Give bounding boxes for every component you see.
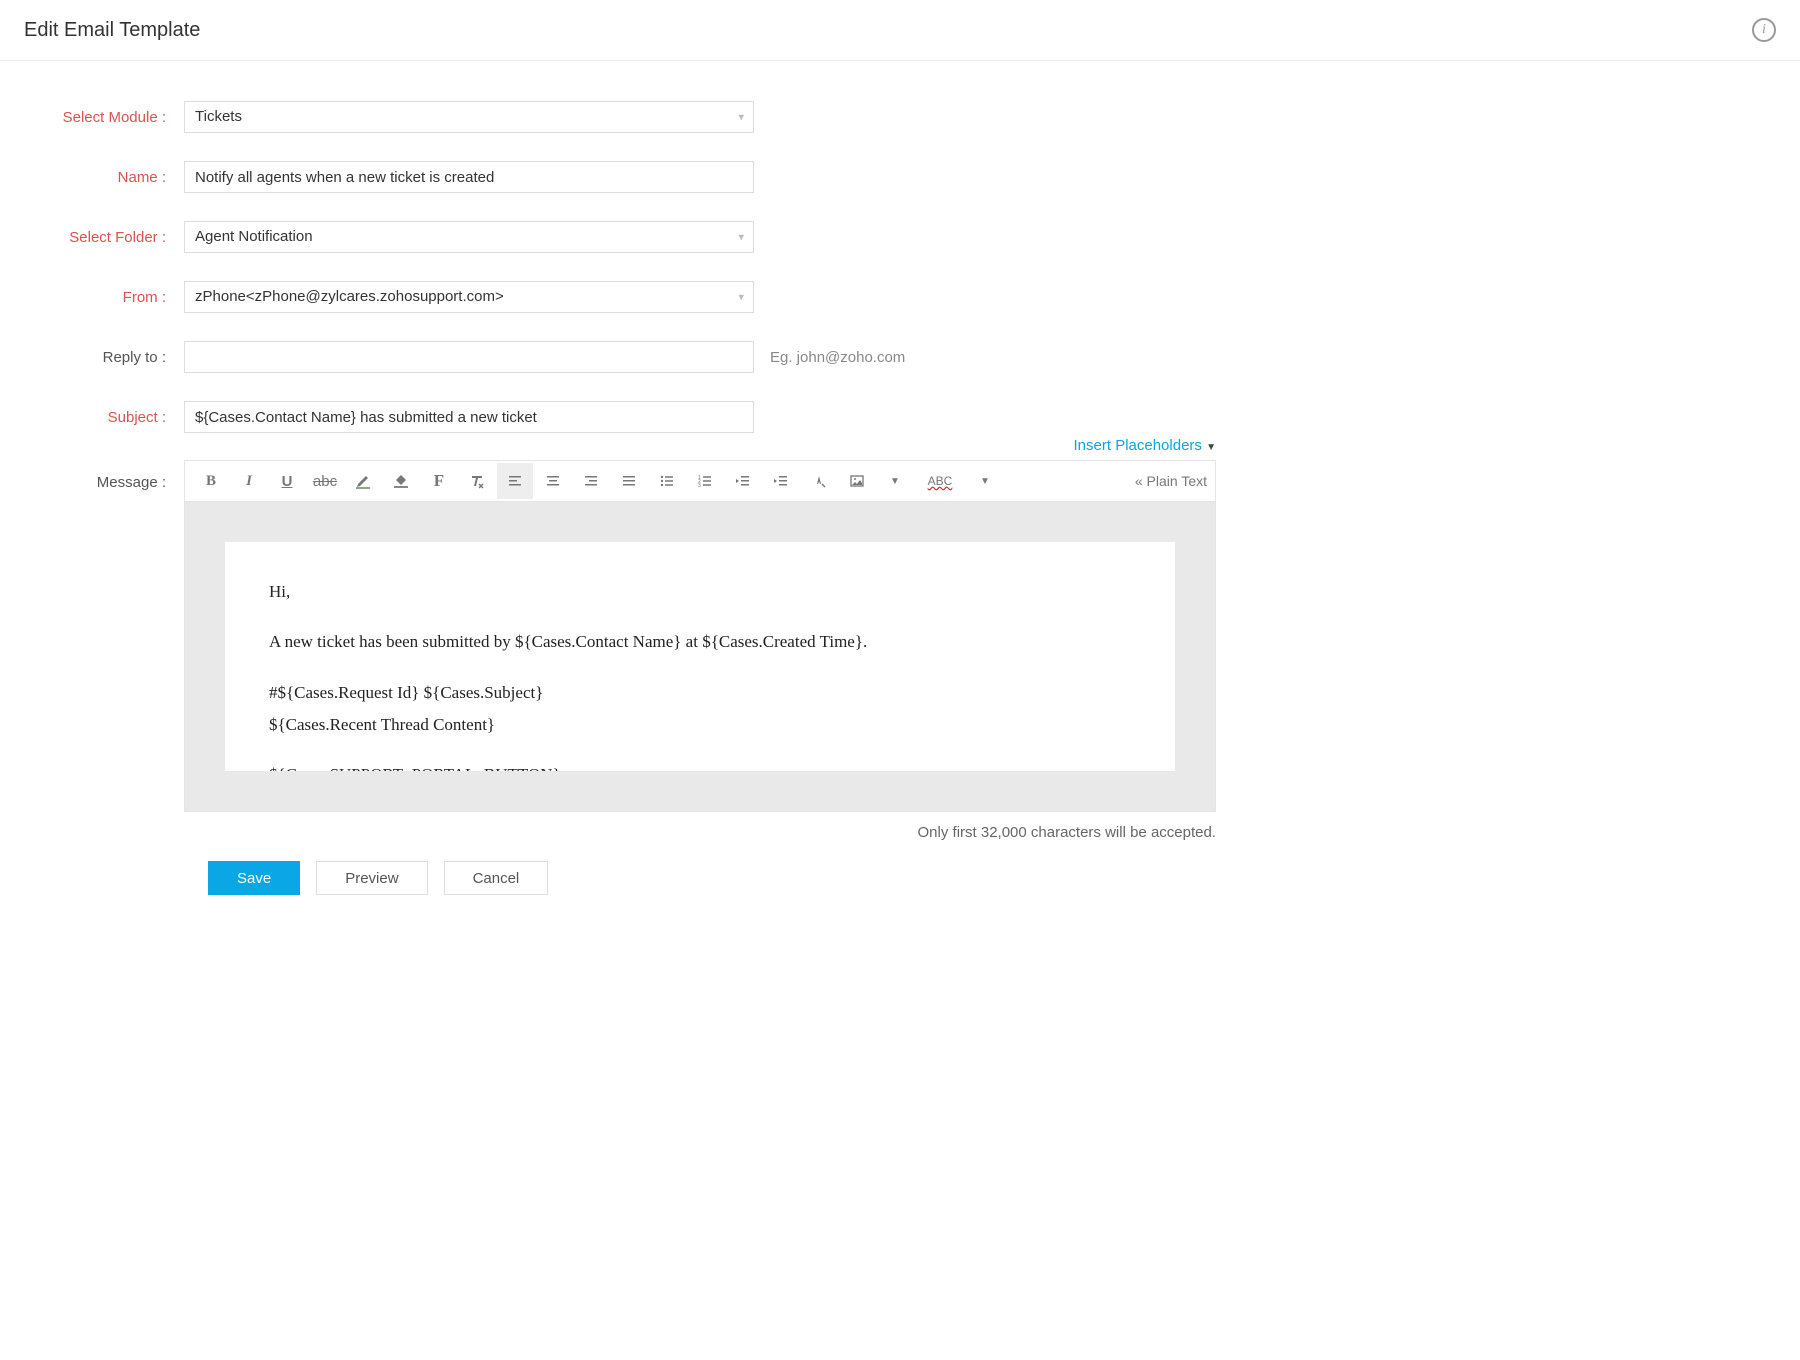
underline-button[interactable]: U xyxy=(269,463,305,499)
name-input[interactable] xyxy=(184,161,754,193)
label-reply-to: Reply to : xyxy=(24,349,184,366)
plain-text-toggle[interactable]: Plain Text xyxy=(1135,473,1207,489)
body-line: #${Cases.Request Id} ${Cases.Subject} xyxy=(269,677,1131,709)
label-from: From : xyxy=(24,289,184,306)
bold-button[interactable]: B xyxy=(193,463,229,499)
more-dropdown[interactable]: ▼ xyxy=(877,463,913,499)
reply-to-input[interactable] xyxy=(184,341,754,373)
body-line: ${Cases.Recent Thread Content} xyxy=(269,709,1131,741)
page-title: Edit Email Template xyxy=(24,19,200,42)
insert-placeholders-label: Insert Placeholders xyxy=(1074,437,1202,454)
editor-toolbar: B I U abc F 123 ▼ ABC ▼ xyxy=(184,460,1216,502)
from-select-value: zPhone<zPhone@zylcares.zohosupport.com> xyxy=(195,288,504,305)
folder-select-value: Agent Notification xyxy=(195,228,313,245)
indent-button[interactable] xyxy=(763,463,799,499)
body-line: ${Cases.SUPPORT_PORTAL_BUTTON} xyxy=(269,759,1131,771)
body-line: Hi, xyxy=(269,576,1131,608)
align-center-button[interactable] xyxy=(535,463,571,499)
font-button[interactable]: F xyxy=(421,463,457,499)
page-header: Edit Email Template i xyxy=(0,0,1800,61)
bullet-list-button[interactable] xyxy=(649,463,685,499)
insert-image-button[interactable] xyxy=(839,463,875,499)
number-list-button[interactable]: 123 xyxy=(687,463,723,499)
caret-down-icon: ▼ xyxy=(1206,442,1216,453)
align-justify-button[interactable] xyxy=(611,463,647,499)
module-select-value: Tickets xyxy=(195,108,242,125)
outdent-button[interactable] xyxy=(725,463,761,499)
strikethrough-button[interactable]: abc xyxy=(307,463,343,499)
label-name: Name : xyxy=(24,169,184,186)
info-icon[interactable]: i xyxy=(1752,18,1776,42)
reply-to-hint: Eg. john@zoho.com xyxy=(770,349,905,366)
label-folder: Select Folder : xyxy=(24,229,184,246)
spellcheck-dropdown[interactable]: ▼ xyxy=(967,463,1003,499)
clear-format-button[interactable] xyxy=(459,463,495,499)
message-content[interactable]: Hi, A new ticket has been submitted by $… xyxy=(225,542,1175,771)
align-right-button[interactable] xyxy=(573,463,609,499)
folder-select[interactable]: Agent Notification xyxy=(184,221,754,253)
cancel-button[interactable]: Cancel xyxy=(444,861,549,895)
preview-button[interactable]: Preview xyxy=(316,861,427,895)
subject-input[interactable] xyxy=(184,401,754,433)
from-select[interactable]: zPhone<zPhone@zylcares.zohosupport.com> xyxy=(184,281,754,313)
save-button[interactable]: Save xyxy=(208,861,300,895)
italic-button[interactable]: I xyxy=(231,463,267,499)
svg-text:3: 3 xyxy=(698,483,701,489)
template-form: Select Module : Tickets ▾ Name : Select … xyxy=(0,61,1240,919)
label-module: Select Module : xyxy=(24,109,184,126)
label-subject: Subject : xyxy=(24,409,184,426)
editor-body[interactable]: Hi, A new ticket has been submitted by $… xyxy=(184,502,1216,812)
highlight-button[interactable] xyxy=(345,463,381,499)
char-limit-note: Only first 32,000 characters will be acc… xyxy=(184,824,1216,841)
spellcheck-button[interactable]: ABC xyxy=(915,463,965,499)
insert-placeholders-link[interactable]: Insert Placeholders ▼ xyxy=(1074,437,1216,454)
align-left-button[interactable] xyxy=(497,463,533,499)
font-color-button[interactable] xyxy=(801,463,837,499)
module-select[interactable]: Tickets xyxy=(184,101,754,133)
label-message: Message : xyxy=(24,460,184,491)
fill-color-button[interactable] xyxy=(383,463,419,499)
body-line: A new ticket has been submitted by ${Cas… xyxy=(269,626,1131,658)
